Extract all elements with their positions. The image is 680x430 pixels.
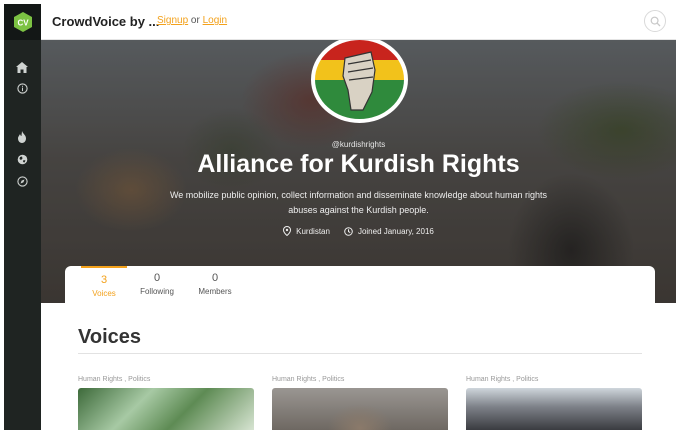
section-divider [78, 353, 642, 354]
auth-links: Signup or Login [157, 15, 227, 26]
logo-hexagon-icon: CV [13, 12, 32, 32]
brand-name[interactable]: CrowdVoice by ... [52, 14, 159, 29]
crowdvoice-logo[interactable]: CV [4, 4, 41, 40]
following-label: Following [140, 287, 174, 296]
profile-stats-tabs: 3 Voices 0 Following 0 Members [65, 266, 655, 306]
section-title: Voices [78, 326, 141, 348]
voice-card-2-categories[interactable]: Human Rights , Politics [272, 376, 344, 383]
joined-text: Joined January, 2016 [357, 226, 434, 236]
voice-card-3-image[interactable] [466, 388, 642, 430]
logo-text: CV [17, 19, 29, 28]
globe-icon[interactable] [15, 152, 29, 166]
voices-count: 3 [100, 274, 108, 286]
profile-hero: @kurdishrights Alliance for Kurdish Righ… [41, 40, 676, 303]
clock-icon [344, 226, 353, 236]
voices-label: Voices [92, 289, 116, 298]
search-button[interactable] [644, 10, 666, 32]
location-pin-icon [283, 226, 292, 236]
sidebar: CV [4, 4, 41, 430]
profile-description: We mobilize public opinion, collect info… [169, 190, 548, 215]
signup-link[interactable]: Signup [157, 15, 188, 26]
location-meta: Kurdistan [283, 226, 330, 236]
profile-name: Alliance for Kurdish Rights [197, 150, 520, 178]
voice-card-1-image[interactable] [78, 388, 254, 430]
auth-separator: or [190, 15, 200, 26]
location-text: Kurdistan [296, 226, 330, 236]
tab-following[interactable]: 0 Following [135, 266, 179, 306]
app-frame: CV CrowdVoice by ... Signup or Login @ku… [4, 4, 676, 430]
compass-icon[interactable] [15, 174, 29, 188]
tab-voices[interactable]: 3 Voices [81, 266, 127, 306]
tab-members[interactable]: 0 Members [193, 266, 237, 306]
home-icon[interactable] [15, 60, 29, 74]
top-bar: CrowdVoice by ... Signup or Login [41, 4, 676, 40]
info-icon[interactable] [15, 81, 29, 95]
following-count: 0 [153, 272, 161, 284]
voice-card-1-categories[interactable]: Human Rights , Politics [78, 376, 150, 383]
profile-handle: @kurdishrights [331, 140, 386, 149]
joined-meta: Joined January, 2016 [344, 226, 434, 236]
organization-avatar [311, 40, 408, 123]
search-icon [650, 16, 660, 26]
members-count: 0 [211, 272, 219, 284]
profile-meta: Kurdistan Joined January, 2016 [41, 226, 676, 236]
members-label: Members [198, 287, 232, 296]
voice-card-2-image[interactable] [272, 388, 448, 430]
voice-card-3-categories[interactable]: Human Rights , Politics [466, 376, 538, 383]
login-link[interactable]: Login [203, 15, 227, 26]
fire-icon[interactable] [15, 130, 29, 144]
